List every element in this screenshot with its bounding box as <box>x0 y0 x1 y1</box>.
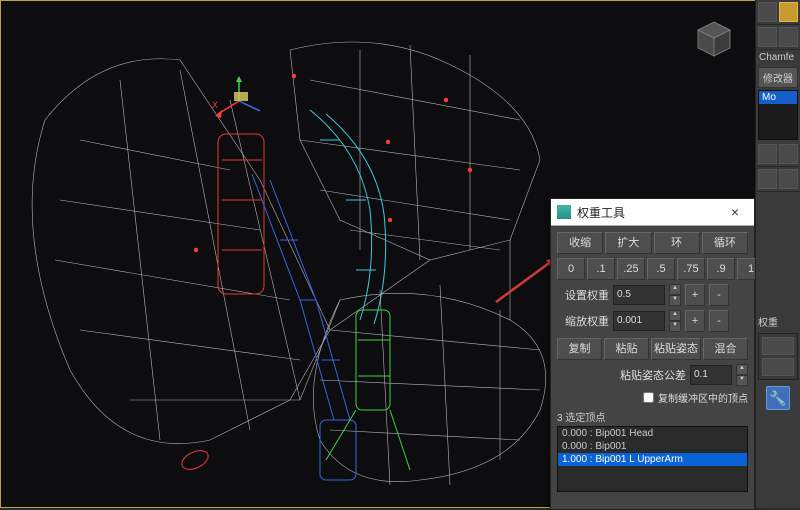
rollout-label: 权重 <box>756 312 800 331</box>
paste-button[interactable]: 粘贴 <box>604 338 649 360</box>
loop-button[interactable]: 循环 <box>702 232 748 254</box>
scale-weight-label: 缩放权重 <box>557 313 609 329</box>
rollout-btn-2[interactable] <box>762 358 794 376</box>
stack-btn-4[interactable] <box>779 169 798 189</box>
copy-buffer-label: 复制缓冲区中的顶点 <box>658 390 748 405</box>
grow-button[interactable]: 扩大 <box>605 232 651 254</box>
dialog-body: 收缩 扩大 环 循环 0 .1 .25 .5 .75 .9 1 设置权重 0.5… <box>551 226 754 498</box>
modifier-dropdown[interactable]: 修改器 <box>758 67 798 88</box>
vert-row-selected[interactable]: 1.000 : Bip001 L UpperArm <box>558 453 747 466</box>
viewcube[interactable] <box>690 16 738 64</box>
preset-09[interactable]: .9 <box>707 258 735 280</box>
ring-button[interactable]: 环 <box>654 232 700 254</box>
preset-01[interactable]: .1 <box>587 258 615 280</box>
rollout-btn-1[interactable] <box>762 337 794 355</box>
stack-btn-2[interactable] <box>779 144 798 164</box>
preset-05[interactable]: .5 <box>647 258 675 280</box>
close-button[interactable]: × <box>722 204 748 220</box>
tab-modify[interactable] <box>779 2 798 22</box>
set-weight-spinner[interactable]: ▲▼ <box>669 284 681 306</box>
paste-pose-button[interactable]: 粘贴姿态 <box>651 338 701 360</box>
set-weight-minus[interactable]: - <box>709 284 729 306</box>
rollout-body <box>758 333 798 380</box>
scale-weight-spinner[interactable]: ▲▼ <box>669 310 681 332</box>
tab-motion[interactable] <box>779 27 798 47</box>
command-panel[interactable]: Chamfe 修改器 Mo 权重 🔧 <box>755 0 800 508</box>
wrench-icon[interactable]: 🔧 <box>766 386 790 410</box>
copy-button[interactable]: 复制 <box>557 338 602 360</box>
set-weight-field[interactable]: 0.5 <box>613 285 665 305</box>
vert-row[interactable]: 0.000 : Bip001 <box>558 440 747 453</box>
preset-025[interactable]: .25 <box>617 258 645 280</box>
modifier-stack[interactable]: Mo <box>758 90 798 140</box>
svg-text:X: X <box>212 100 218 110</box>
modifier-item[interactable]: Mo <box>759 91 797 104</box>
copy-buffer-checkbox[interactable] <box>643 392 654 403</box>
set-weight-plus[interactable]: + <box>685 284 705 306</box>
axis-gizmo[interactable]: X <box>212 74 266 128</box>
selected-verts-label: 3 选定顶点 <box>557 409 748 424</box>
tab-hierarchy[interactable] <box>758 27 777 47</box>
paste-tol-label: 粘贴姿态公差 <box>620 367 686 383</box>
app-icon <box>557 205 571 219</box>
blend-button[interactable]: 混合 <box>703 338 748 360</box>
scale-weight-minus[interactable]: - <box>709 310 729 332</box>
scale-weight-plus[interactable]: + <box>685 310 705 332</box>
preset-0[interactable]: 0 <box>557 258 585 280</box>
vertex-list[interactable]: 0.000 : Bip001 Head 0.000 : Bip001 1.000… <box>557 426 748 492</box>
panel-tabs[interactable] <box>756 0 800 25</box>
stack-btn-1[interactable] <box>758 144 777 164</box>
modifier-name: Chamfe <box>756 50 800 65</box>
paste-tol-spinner[interactable]: ▲▼ <box>736 364 748 386</box>
weight-tool-dialog[interactable]: 权重工具 × 收缩 扩大 环 循环 0 .1 .25 .5 .75 .9 1 设… <box>550 198 755 510</box>
dialog-title: 权重工具 <box>577 204 722 221</box>
stack-btn-3[interactable] <box>758 169 777 189</box>
scale-weight-field[interactable]: 0.001 <box>613 311 665 331</box>
paste-tol-field[interactable]: 0.1 <box>690 365 732 385</box>
tab-create[interactable] <box>758 2 777 22</box>
shrink-button[interactable]: 收缩 <box>557 232 603 254</box>
set-weight-label: 设置权重 <box>557 287 609 303</box>
dialog-titlebar[interactable]: 权重工具 × <box>551 199 754 226</box>
preset-075[interactable]: .75 <box>677 258 705 280</box>
vert-row[interactable]: 0.000 : Bip001 Head <box>558 427 747 440</box>
